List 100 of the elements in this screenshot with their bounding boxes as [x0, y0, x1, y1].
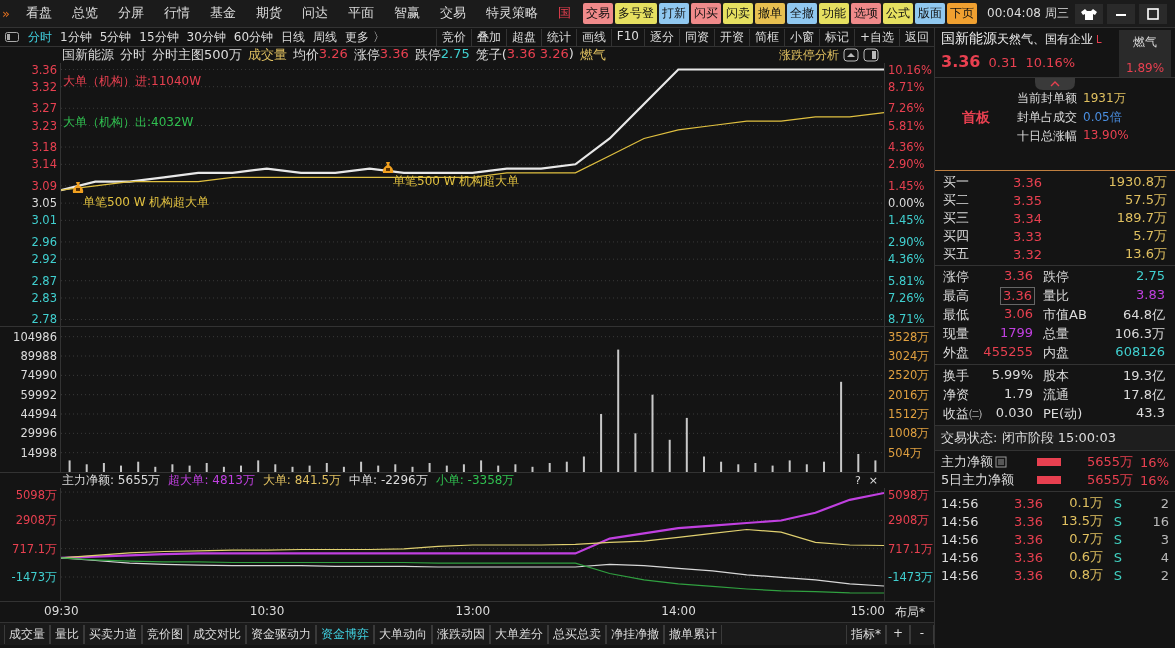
period-tab[interactable]: 15分钟 [135, 28, 183, 46]
sector-card[interactable]: 燃气 1.89% [1119, 30, 1171, 77]
field-value: 13.90% [1083, 128, 1129, 144]
stock-tags: 天然气、国有企业 [997, 31, 1093, 48]
trade-time: 14:56 [941, 549, 980, 565]
menu-item[interactable]: 国 [548, 5, 581, 22]
info-text: 国新能源 [62, 46, 114, 64]
period-tab[interactable]: 更多 〉 [341, 28, 389, 46]
info-text: 3.36 3.26 [506, 46, 569, 63]
menu-item[interactable]: 总览 [62, 5, 108, 22]
quick-button[interactable]: 交易 [583, 3, 613, 24]
indicator-tab[interactable]: 买卖力道 [84, 624, 142, 644]
menu-item[interactable]: 特灵策略 [476, 5, 548, 22]
period-tab[interactable]: 5分钟 [95, 28, 136, 46]
indicator-tab[interactable]: 净挂净撤 [606, 624, 664, 644]
menu-item[interactable]: 平面 [338, 5, 384, 22]
menu-item[interactable]: 分屏 [108, 5, 154, 22]
field-value: 455255 [982, 344, 1034, 361]
menu-item[interactable]: 行情 [154, 5, 200, 22]
indicator-tab[interactable]: 资金驱动力 [246, 624, 316, 644]
toolbar-button[interactable]: 叠加 [470, 28, 506, 46]
trade-price: 3.36 [1013, 549, 1043, 565]
board-label: 首板 [961, 108, 991, 127]
toolbar-button[interactable]: +自选 [853, 28, 899, 46]
quick-button[interactable]: 多号登 [615, 3, 657, 24]
quick-button[interactable]: 功能 [819, 3, 849, 24]
menu-item[interactable]: 看盘 [16, 5, 62, 22]
quick-button[interactable]: 闪卖 [723, 3, 753, 24]
help-button[interactable]: ? [854, 474, 861, 487]
axis-label: 74990 [20, 368, 57, 383]
indicator-tab[interactable]: 量比 [50, 624, 84, 644]
menu-item[interactable]: 问达 [292, 5, 338, 22]
menu-item[interactable]: 智赢 [384, 5, 430, 22]
axis-label: 3.05 [31, 196, 57, 211]
indicator-tab[interactable]: 资金博弈 [316, 624, 374, 644]
trade-status: 交易状态: 闭市阶段 15:00:03 [935, 426, 1175, 451]
toolbar-button[interactable]: 统计 [540, 28, 576, 46]
indicator-tab[interactable]: 大单差分 [490, 624, 548, 644]
zoom-button[interactable]: - [910, 624, 934, 644]
quick-button[interactable]: 全撤 [787, 3, 817, 24]
quick-button[interactable]: 下页 [947, 3, 977, 24]
period-tab[interactable]: 30分钟 [182, 28, 230, 46]
toolbar-button[interactable]: 竞价 [435, 28, 471, 46]
field-value: 2.75 [1135, 268, 1166, 285]
field-label: 涨停 [943, 268, 970, 286]
layout-button[interactable]: 布局* [895, 603, 925, 621]
trade-time: 14:56 [941, 513, 980, 529]
menu-item[interactable]: 交易 [430, 5, 476, 22]
quick-button[interactable]: 闪买 [691, 3, 721, 24]
menu-item[interactable]: 期货 [246, 5, 292, 22]
time-label: 09:30 [44, 604, 79, 618]
sector-name: 燃气 [1133, 34, 1157, 51]
info-text: 3.36 [379, 46, 409, 63]
info-text: 分时主图500万 [152, 46, 242, 64]
indicator-tab[interactable]: 涨跌动因 [432, 624, 490, 644]
toolbar-button[interactable]: 同资 [678, 28, 714, 46]
indicator-tab[interactable]: 总买总卖 [548, 624, 606, 644]
quick-button[interactable]: 版面 [915, 3, 945, 24]
zoom-button[interactable]: + [886, 624, 910, 644]
toolbar-button[interactable]: F10 [610, 28, 644, 46]
indicator-tab[interactable]: 成交对比 [188, 624, 246, 644]
axis-label: 3528万 [888, 329, 930, 345]
axis-label: 1512万 [888, 407, 930, 422]
info-text: 均价 [292, 46, 319, 64]
toolbar-button[interactable]: 返回 [899, 28, 934, 46]
toolbar-button[interactable]: 开资 [713, 28, 749, 46]
indicator-button[interactable]: 指标* [846, 624, 886, 644]
indicator-tab[interactable]: 撤单累计 [664, 624, 722, 644]
axis-label: 2.83 [31, 290, 57, 305]
period-tab[interactable]: 日线 [277, 28, 310, 46]
toolbar-button[interactable]: 超盘 [505, 28, 541, 46]
field-value: 0.030 [994, 405, 1034, 422]
period-tab[interactable]: 1分钟 [56, 28, 96, 46]
quick-button[interactable]: 公式 [883, 3, 913, 24]
axis-label: 104986 [13, 329, 57, 344]
axis-label: 2.96 [31, 234, 57, 249]
axis-label: 2.90% [888, 234, 925, 249]
axis-label: 44994 [20, 407, 57, 421]
indicator-tab[interactable]: 成交量 [4, 624, 50, 644]
quick-button[interactable]: 选项 [851, 3, 881, 24]
toolbar-button[interactable]: 逐分 [643, 28, 679, 46]
period-tab[interactable]: 周线 [309, 28, 342, 46]
indicator-tab[interactable]: 大单动向 [374, 624, 432, 644]
analysis-button[interactable]: 涨跌停分析 [779, 46, 839, 64]
toolbar-button[interactable]: 标记 [818, 28, 854, 46]
indicator-tab[interactable]: 竞价图 [142, 624, 188, 644]
toolbar-button[interactable]: 画线 [575, 28, 611, 46]
close-button[interactable]: × [868, 474, 878, 487]
period-tab[interactable]: 分时 [24, 28, 56, 46]
toolbar-button[interactable]: 小窗 [783, 28, 819, 46]
toolbar-button[interactable]: 简框 [748, 28, 784, 46]
period-tab[interactable]: 60分钟 [229, 28, 278, 46]
quick-button[interactable]: 撤单 [755, 3, 785, 24]
menu-item[interactable]: 基金 [200, 5, 246, 22]
expand-icon[interactable]: » [0, 6, 16, 21]
trade-time: 14:56 [941, 531, 980, 547]
axis-label: -1473万 [888, 570, 934, 585]
quick-button[interactable]: 打新 [659, 3, 689, 24]
axis-label: 7.26% [888, 101, 925, 116]
bid-price: 3.36 [1013, 174, 1043, 190]
